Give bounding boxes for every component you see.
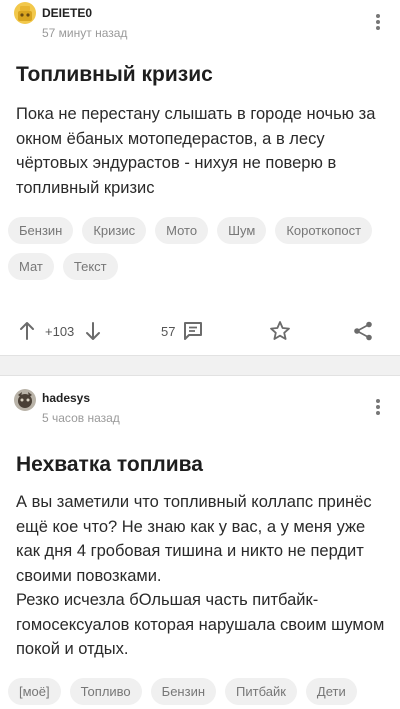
- post-body: А вы заметили что топливный коллапс прин…: [16, 490, 386, 662]
- author-avatar[interactable]: [14, 389, 36, 411]
- share-button[interactable]: [352, 316, 374, 346]
- share-icon: [354, 321, 372, 341]
- save-button[interactable]: [268, 316, 292, 346]
- more-vertical-icon[interactable]: [370, 397, 386, 417]
- post-card: DEIETE0 57 минут назад Топливный кризис …: [0, 0, 400, 355]
- tag[interactable]: Мото: [155, 217, 209, 244]
- tag[interactable]: Текст: [62, 253, 118, 280]
- tag[interactable]: Топливо: [69, 678, 142, 705]
- post-body-paragraph: Резко исчезла бОльшая часть питбайк-гомо…: [16, 591, 385, 658]
- tag[interactable]: Короткопост: [275, 217, 373, 244]
- author-avatar[interactable]: [14, 2, 36, 24]
- tag[interactable]: Кризис: [82, 217, 147, 244]
- post-separator: [0, 355, 400, 376]
- rating-value: +103: [45, 316, 74, 346]
- downvote-arrow-icon: [86, 322, 100, 340]
- tag-list: [моё] Топливо Бензин Питбайк Дети: [8, 678, 392, 705]
- tag[interactable]: Бензин: [8, 217, 74, 244]
- post-actions-bar: +103 57: [0, 316, 400, 346]
- tag[interactable]: Шум: [217, 217, 267, 244]
- comments-count: 57: [161, 323, 176, 339]
- upvote-button[interactable]: [18, 316, 36, 346]
- more-vertical-icon[interactable]: [370, 12, 386, 32]
- post-title[interactable]: Топливный кризис: [16, 63, 213, 87]
- comments-button[interactable]: 57: [161, 316, 204, 346]
- post-author-row: DEIETE0 57 минут назад: [14, 2, 386, 44]
- tag-list: Бензин Кризис Мото Шум Короткопост Мат Т…: [8, 217, 392, 280]
- post-body-paragraph: А вы заметили что топливный коллапс прин…: [16, 493, 372, 585]
- upvote-arrow-icon: [20, 322, 34, 340]
- tag[interactable]: Питбайк: [225, 678, 297, 705]
- tag[interactable]: Дети: [305, 678, 357, 705]
- post-body: Пока не перестану слышать в городе ночью…: [16, 105, 376, 197]
- post-time: 5 часов назад: [42, 411, 120, 425]
- tag[interactable]: [моё]: [8, 678, 61, 705]
- star-icon: [270, 321, 290, 340]
- downvote-button[interactable]: [84, 316, 102, 346]
- author-name[interactable]: hadesys: [42, 391, 90, 405]
- tag[interactable]: Бензин: [150, 678, 217, 705]
- comment-icon: [184, 322, 203, 340]
- author-name[interactable]: DEIETE0: [42, 6, 92, 20]
- post-author-row: hadesys 5 часов назад: [14, 389, 386, 429]
- post-time: 57 минут назад: [42, 26, 128, 40]
- tag[interactable]: Мат: [8, 253, 54, 280]
- post-title[interactable]: Нехватка топлива: [16, 453, 203, 477]
- post-card: hadesys 5 часов назад Нехватка топлива А…: [0, 376, 400, 709]
- rating-label: +103: [45, 323, 75, 339]
